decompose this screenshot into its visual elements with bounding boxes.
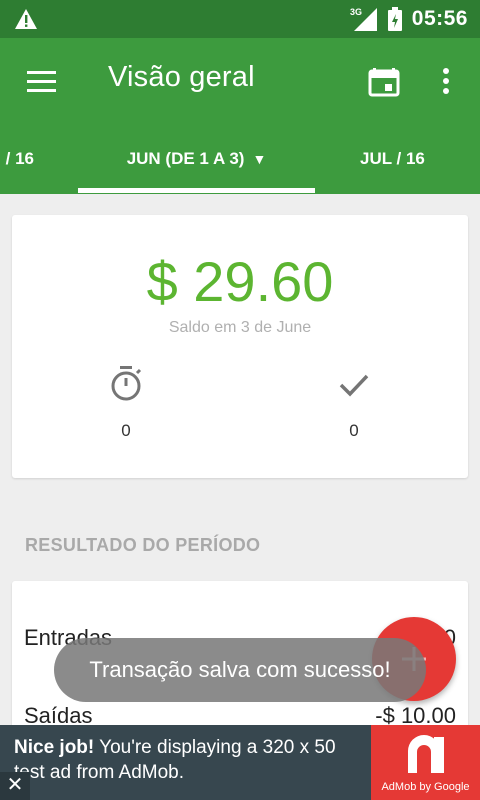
status-time: 05:56 (411, 7, 468, 30)
status-indicators: 3G 05:56 (350, 0, 468, 38)
ad-close-button[interactable]: ✕ (0, 772, 30, 800)
completed-count: 0 (349, 421, 359, 440)
month-tabs: / 16 JUN (DE 1 A 3) ▼ JUL / 16 (0, 138, 480, 194)
balance-caption: Saldo em 3 de June (168, 319, 312, 336)
tab-label: / 16 (5, 149, 34, 168)
signal-icon: 3G (350, 7, 377, 31)
section-title: RESULTADO DO PERÍODO (25, 535, 261, 555)
ad-headline: Nice job! (14, 737, 95, 758)
calendar-button[interactable] (364, 60, 404, 100)
hamburger-menu-icon (27, 71, 56, 92)
ad-text: Nice job! You're displaying a 320 x 50 t… (14, 735, 364, 785)
calendar-icon (368, 68, 400, 97)
status-bar: 3G 05:56 (0, 0, 480, 38)
stopwatch-icon (111, 366, 142, 401)
tab-current-month[interactable]: JUN (DE 1 A 3) ▼ (78, 138, 315, 194)
ad-banner[interactable]: Nice job! You're displaying a 320 x 50 t… (0, 725, 480, 800)
tab-next-month[interactable]: JUL / 16 (360, 138, 480, 194)
dropdown-caret-icon: ▼ (252, 151, 267, 167)
completed-stat[interactable]: 0 (314, 365, 394, 441)
menu-button[interactable] (18, 62, 66, 102)
page-title: Visão geral (108, 61, 255, 93)
tab-label: JUN (DE 1 A 3) (126, 149, 245, 168)
admob-logo-icon (408, 735, 444, 773)
balance-card: $ 29.60 Saldo em 3 de June 0 0 (12, 215, 468, 478)
pending-count: 0 (121, 421, 131, 440)
tab-previous-month[interactable]: / 16 (0, 138, 60, 194)
admob-logo[interactable]: AdMob by Google (371, 725, 480, 800)
balance-amount: $ 29.60 (146, 250, 334, 313)
battery-icon (387, 7, 402, 31)
check-icon (339, 374, 369, 397)
more-vertical-icon (443, 68, 449, 94)
snackbar-toast: Transação salva com sucesso! (54, 638, 426, 702)
tab-indicator (78, 188, 315, 193)
app-bar: Visão geral / 16 JUN (DE 1 A 3) ▼ JUL / 1… (0, 38, 480, 194)
pending-stat[interactable]: 0 (86, 365, 166, 441)
overflow-menu-button[interactable] (430, 60, 460, 100)
network-type: 3G (350, 7, 362, 17)
admob-logo-text: AdMob by Google (381, 781, 470, 793)
warning-icon (15, 9, 37, 29)
tab-label: JUL / 16 (360, 149, 425, 168)
